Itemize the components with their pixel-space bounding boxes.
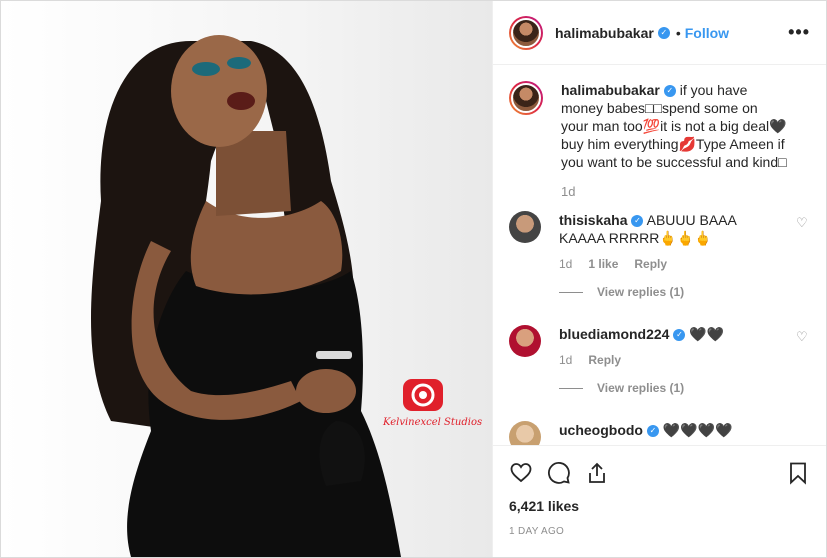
caption-username[interactable]: halimabubakar bbox=[561, 82, 660, 98]
author-avatar[interactable] bbox=[509, 15, 543, 50]
commenter-avatar[interactable] bbox=[509, 421, 541, 445]
comment-like-heart-icon[interactable]: ♡ bbox=[796, 325, 810, 411]
follow-button[interactable]: Follow bbox=[685, 25, 729, 41]
caption-avatar[interactable] bbox=[509, 81, 543, 115]
watermark-text: Kelvinexcel Studios bbox=[383, 417, 483, 428]
verified-icon: ✓ bbox=[663, 85, 676, 98]
verified-icon: ✓ bbox=[647, 425, 659, 438]
comment-text: 🖤🖤 bbox=[689, 326, 725, 342]
view-replies-label: View replies (1) bbox=[597, 285, 685, 299]
view-replies-button[interactable]: View replies (1) bbox=[559, 379, 778, 397]
commenter-username[interactable]: thisiskaha bbox=[559, 212, 627, 228]
likes-count[interactable]: 6,421 likes bbox=[509, 498, 810, 514]
replies-line bbox=[559, 387, 583, 389]
verified-icon: ✓ bbox=[657, 26, 670, 39]
comments-list[interactable]: halimabubakar ✓ if you have money babes□□… bbox=[493, 65, 826, 445]
replies-line bbox=[559, 291, 583, 293]
comment-icon[interactable] bbox=[547, 461, 571, 485]
verified-icon: ✓ bbox=[673, 329, 686, 342]
post-photo[interactable]: Kelvinexcel Studios bbox=[1, 1, 492, 557]
commenter-username[interactable]: ucheogbodo bbox=[559, 422, 643, 438]
comment-time[interactable]: 1d bbox=[559, 351, 572, 369]
post-sidebar: halimabubakar ✓ • Follow ••• halimabubak… bbox=[492, 1, 826, 557]
comment-likes[interactable]: 1 like bbox=[588, 255, 618, 273]
more-options-icon[interactable]: ••• bbox=[788, 22, 810, 43]
comment-like-heart-icon[interactable]: ♡ bbox=[796, 211, 810, 315]
post-time-ago[interactable]: 1 DAY AGO bbox=[509, 526, 810, 537]
verified-icon: ✓ bbox=[631, 215, 644, 228]
comment-item: thisiskaha ✓ ABUUU BAAA KAAAA RRRRR🖕🖕🖕 1d… bbox=[509, 211, 810, 315]
author-username[interactable]: halimabubakar bbox=[555, 25, 654, 41]
caption-time[interactable]: 1d bbox=[561, 183, 788, 201]
watermark-logo bbox=[403, 379, 443, 411]
view-replies-button[interactable]: View replies (1) bbox=[559, 283, 778, 301]
comment-text: 🖤🖤🖤🖤 bbox=[662, 422, 733, 438]
view-replies-label: View replies (1) bbox=[597, 381, 685, 395]
commenter-avatar[interactable] bbox=[509, 325, 541, 357]
separator-dot: • bbox=[675, 24, 681, 41]
heart-icon[interactable] bbox=[509, 461, 533, 485]
commenter-avatar[interactable] bbox=[509, 211, 541, 243]
comment-time[interactable]: 1d bbox=[559, 255, 572, 273]
commenter-username[interactable]: bluediamond224 bbox=[559, 326, 669, 342]
comment-item: bluediamond224 ✓ 🖤🖤 1d Reply View replies… bbox=[509, 325, 810, 411]
reply-button[interactable]: Reply bbox=[588, 351, 621, 369]
reply-button[interactable]: Reply bbox=[634, 255, 667, 273]
photo-illustration bbox=[91, 35, 443, 557]
bookmark-icon[interactable] bbox=[786, 461, 810, 485]
caption: halimabubakar ✓ if you have money babes□□… bbox=[509, 81, 810, 201]
post-header: halimabubakar ✓ • Follow ••• bbox=[493, 1, 826, 65]
post-actions: 6,421 likes 1 DAY AGO bbox=[493, 445, 826, 557]
comment-item: ucheogbodo ✓ 🖤🖤🖤🖤 bbox=[509, 421, 810, 445]
share-icon[interactable] bbox=[585, 461, 609, 485]
post-modal: Kelvinexcel Studios halimabubakar ✓ • Fo… bbox=[0, 0, 827, 558]
